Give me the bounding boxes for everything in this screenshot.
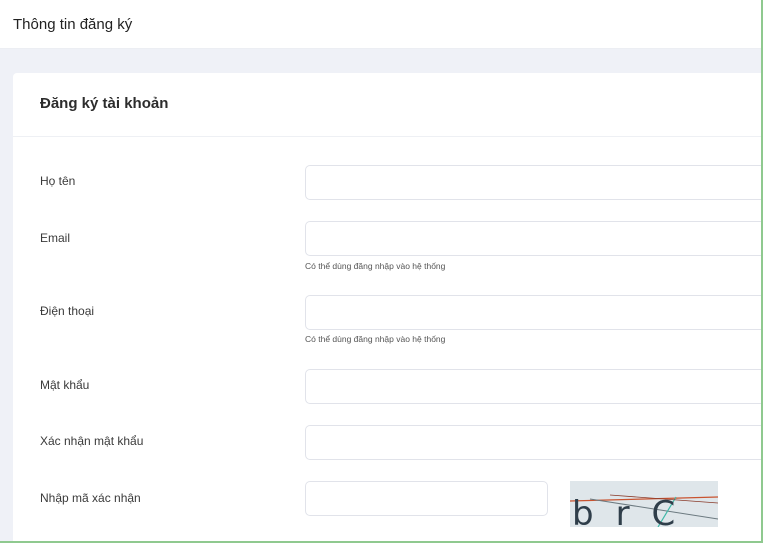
page-title: Thông tin đăng ký [13,16,133,33]
captcha-image[interactable]: brC [570,481,718,527]
email-hint: Có thể dùng đăng nhập vào hệ thống [305,261,446,271]
fullname-input[interactable] [305,165,763,200]
password-input[interactable] [305,369,763,404]
captcha-label: Nhập mã xác nhận [40,491,141,505]
card-title: Đăng ký tài khoản [40,95,169,112]
confirm-password-input[interactable] [305,425,763,460]
card-header: Đăng ký tài khoản [13,73,763,137]
top-bar: Thông tin đăng ký [0,0,761,49]
password-label: Mật khẩu [40,378,90,392]
phone-label: Điện thoại [40,304,95,318]
captcha-text: brC [572,494,697,527]
email-label: Email [40,231,71,245]
phone-hint: Có thể dùng đăng nhập vào hệ thống [305,334,446,344]
captcha-input[interactable] [305,481,548,516]
confirm-password-label: Xác nhận mật khẩu [40,434,144,448]
fullname-label: Họ tên [40,174,76,188]
email-input[interactable] [305,221,763,256]
phone-input[interactable] [305,295,763,330]
